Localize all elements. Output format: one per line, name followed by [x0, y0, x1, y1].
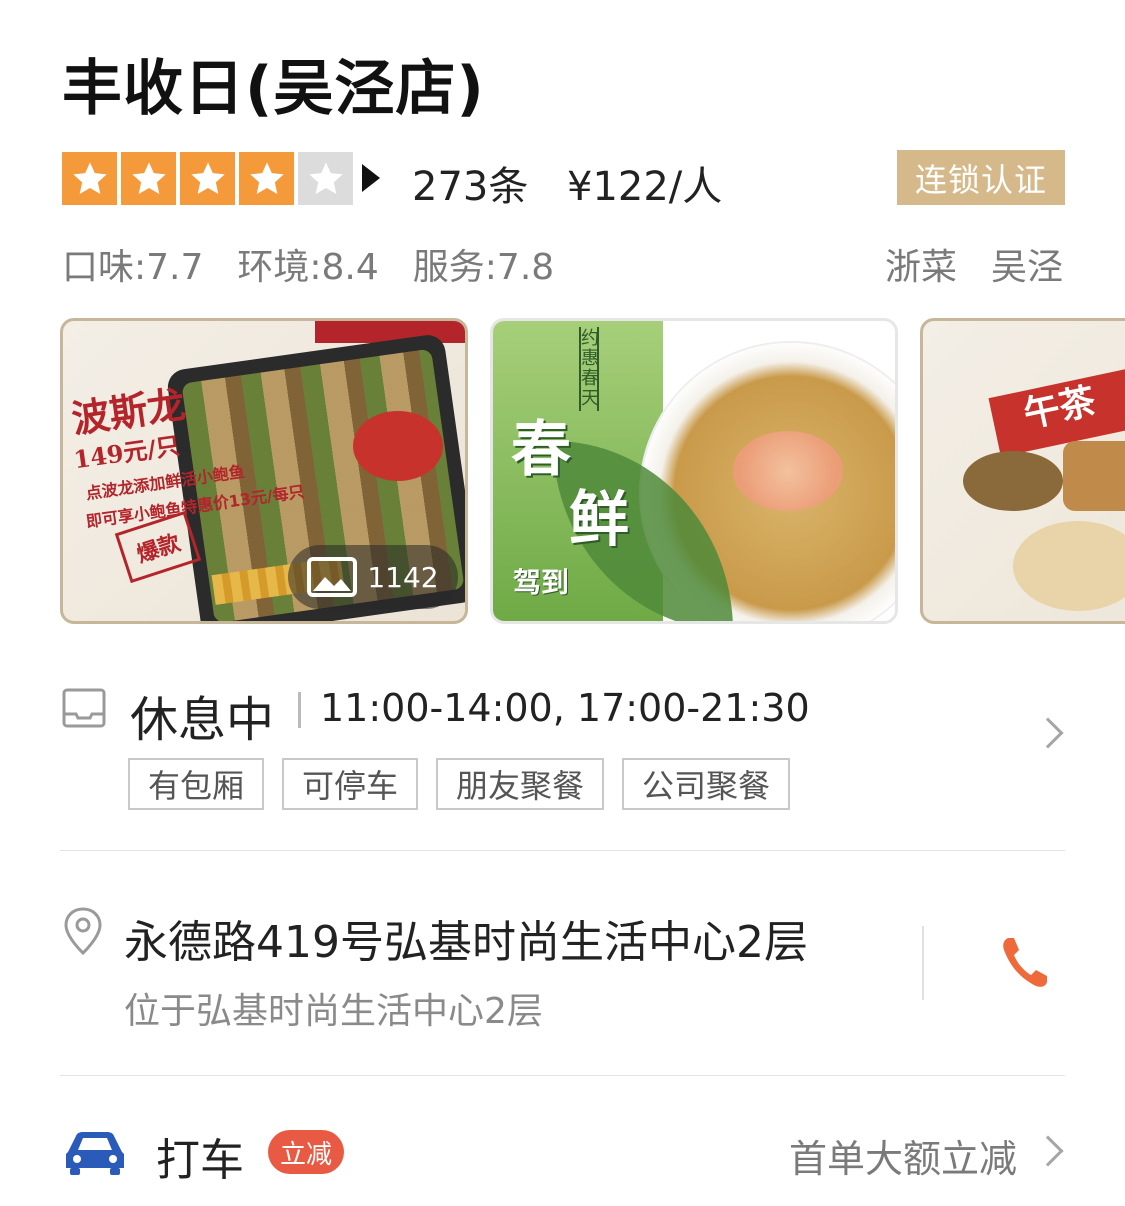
- star-icon: [62, 152, 117, 205]
- shop-icon: [62, 688, 106, 728]
- location-pin-icon: [64, 907, 102, 956]
- category-tags: 浙菜 吴泾: [885, 238, 1063, 290]
- promo-subtitle: 驾到: [513, 566, 570, 599]
- star-rating: [62, 152, 353, 205]
- promo-vertical-text: 约惠春天: [579, 327, 599, 411]
- gallery-photo-tea[interactable]: 午茶: [920, 318, 1125, 624]
- vertical-divider: [922, 926, 924, 1000]
- chevron-right-icon[interactable]: [1032, 717, 1064, 749]
- photo-gallery[interactable]: 波斯龙 149元/只 点波龙添加鲜活小鲍鱼 即可享小鲍鱼特惠价13元/每只 爆款…: [60, 318, 1125, 626]
- triangle-right-icon[interactable]: [362, 164, 380, 192]
- facility-tag: 可停车: [282, 758, 419, 810]
- score-breakdown: 口味:7.7 环境:8.4 服务:7.8: [62, 238, 554, 290]
- car-icon: [66, 1132, 124, 1175]
- photo-count: 1142: [367, 560, 439, 594]
- facility-tag: 公司聚餐: [622, 758, 791, 810]
- rating-row[interactable]: 273条 ¥122/人 连锁认证: [62, 150, 1065, 210]
- gallery-photo-lobster[interactable]: 波斯龙 149元/只 点波龙添加鲜活小鲍鱼 即可享小鲍鱼特惠价13元/每只 爆款…: [60, 318, 468, 624]
- taxi-label: 打车: [156, 1135, 244, 1186]
- price-per-person: ¥122/人: [567, 164, 723, 210]
- phone-icon[interactable]: [1000, 934, 1048, 990]
- opening-hours: 11:00-14:00, 17:00-21:30: [320, 686, 810, 730]
- divider: [298, 692, 301, 728]
- address-main[interactable]: 永德路419号弘基时尚生活中心2层: [124, 906, 808, 970]
- address-row[interactable]: 永德路419号弘基时尚生活中心2层 位于弘基时尚生活中心2层: [62, 900, 1065, 1040]
- taste-score: 口味:7.7: [62, 247, 204, 288]
- gallery-photo-spring[interactable]: 约惠春天 春 鲜 驾到: [490, 318, 898, 624]
- open-status: 休息中: [130, 692, 275, 748]
- review-count[interactable]: 273条: [412, 154, 528, 212]
- chevron-right-icon[interactable]: [1032, 1135, 1064, 1167]
- cuisine-tag[interactable]: 浙菜: [885, 238, 957, 290]
- service-score: 服务:7.8: [412, 247, 555, 288]
- dim-sum-image: [1013, 521, 1125, 611]
- taxi-row[interactable]: 打车 立减 首单大额立减: [62, 1120, 1065, 1190]
- star-icon: [180, 152, 235, 205]
- promo-big-char: 春: [511, 415, 571, 485]
- facility-tag: 朋友聚餐: [436, 758, 605, 810]
- discount-badge: 立减: [268, 1130, 344, 1174]
- promo-big-char: 鲜: [569, 485, 629, 555]
- chain-certified-badge[interactable]: 连锁认证: [897, 150, 1065, 205]
- business-hours-row[interactable]: 休息中 11:00-14:00, 17:00-21:30 有包厢 可停车 朋友聚…: [62, 680, 1065, 820]
- image-icon: [307, 557, 358, 597]
- facility-tag: 有包厢: [128, 758, 265, 810]
- lobster-image: [353, 411, 443, 481]
- address-sub: 位于弘基时尚生活中心2层: [124, 991, 543, 1032]
- area-tag[interactable]: 吴泾: [991, 238, 1063, 290]
- environment-score: 环境:8.4: [237, 247, 379, 288]
- cake-image: [1063, 441, 1125, 511]
- shop-title: 丰收日(吴泾店): [62, 54, 485, 124]
- photo-count-badge[interactable]: 1142: [288, 545, 458, 609]
- section-divider: [60, 850, 1065, 851]
- facility-tags: 有包厢 可停车 朋友聚餐 公司聚餐: [128, 758, 791, 810]
- section-divider: [60, 1075, 1065, 1076]
- star-empty-icon: [298, 152, 353, 205]
- shrimp-image: [733, 431, 843, 511]
- star-icon: [239, 152, 294, 205]
- taxi-promo-text: 首单大额立减: [788, 1137, 1017, 1181]
- star-icon: [121, 152, 176, 205]
- noodle-image: [963, 451, 1063, 511]
